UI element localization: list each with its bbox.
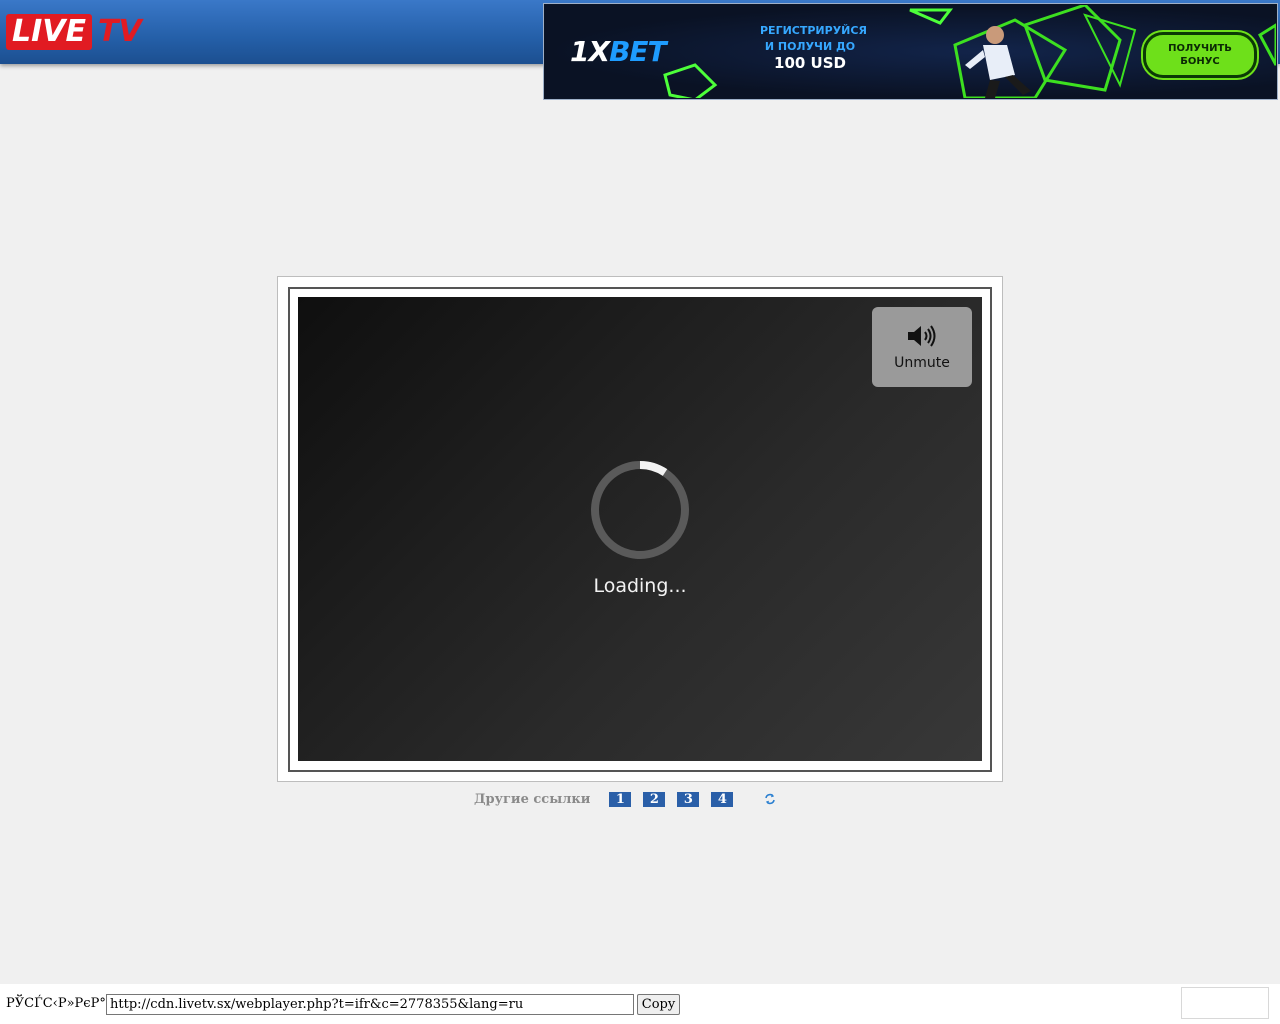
- logo-live-text: LIVE: [6, 14, 92, 50]
- link-label: РЎСЃС‹Р»РєР°:: [6, 996, 111, 1011]
- ad-banner-background: 1XBET РЕГИСТРИРУЙСЯ И ПОЛУЧИ ДО 100 USD …: [545, 5, 1276, 98]
- bottom-bar: РЎСЃС‹Р»РєР°: Copy: [0, 984, 1280, 1024]
- ad-brand-prefix: 1X: [570, 35, 610, 68]
- copy-button[interactable]: Copy: [637, 994, 680, 1015]
- ad-bonus-button[interactable]: ПОЛУЧИТЬ БОНУС: [1143, 32, 1257, 78]
- other-links: Другие ссылки 1 2 3 4: [474, 790, 745, 808]
- other-links-label: Другие ссылки: [474, 791, 591, 807]
- ad-banner[interactable]: 1XBET РЕГИСТРИРУЙСЯ И ПОЛУЧИ ДО 100 USD …: [543, 3, 1278, 100]
- logo-tv-text: TV: [98, 14, 142, 49]
- refresh-icon[interactable]: [764, 793, 776, 805]
- unmute-button[interactable]: Unmute: [872, 307, 972, 387]
- ad-headline: РЕГИСТРИРУЙСЯ И ПОЛУЧИ ДО 100 USD: [760, 23, 867, 72]
- ad-brand-suffix: BET: [609, 35, 667, 68]
- ad-line-1: РЕГИСТРИРУЙСЯ: [760, 24, 867, 37]
- speaker-icon: [908, 325, 936, 347]
- loading-text: Loading...: [593, 575, 687, 597]
- embed-url-input[interactable]: [106, 994, 634, 1015]
- unmute-label: Unmute: [894, 355, 950, 371]
- site-logo[interactable]: LIVE TV: [6, 14, 142, 50]
- link-1-button[interactable]: 1: [609, 791, 632, 807]
- link-3-button[interactable]: 3: [677, 791, 700, 807]
- ad-cta-line-1: ПОЛУЧИТЬ: [1168, 43, 1232, 54]
- ad-brand-logo: 1XBET: [570, 35, 667, 68]
- loading-spinner-icon: [591, 460, 689, 559]
- corner-widget: [1181, 987, 1269, 1019]
- link-4-button[interactable]: 4: [711, 791, 734, 807]
- page: LIVE TV 1XBET РЕГИСТРИРУЙСЯ И ПОЛУЧИ ДО …: [0, 0, 1280, 1024]
- link-2-button[interactable]: 2: [643, 791, 666, 807]
- ad-cta-line-2: БОНУС: [1180, 56, 1220, 67]
- ad-line-2: И ПОЛУЧИ ДО: [764, 40, 856, 53]
- ad-amount: 100 USD: [774, 54, 846, 72]
